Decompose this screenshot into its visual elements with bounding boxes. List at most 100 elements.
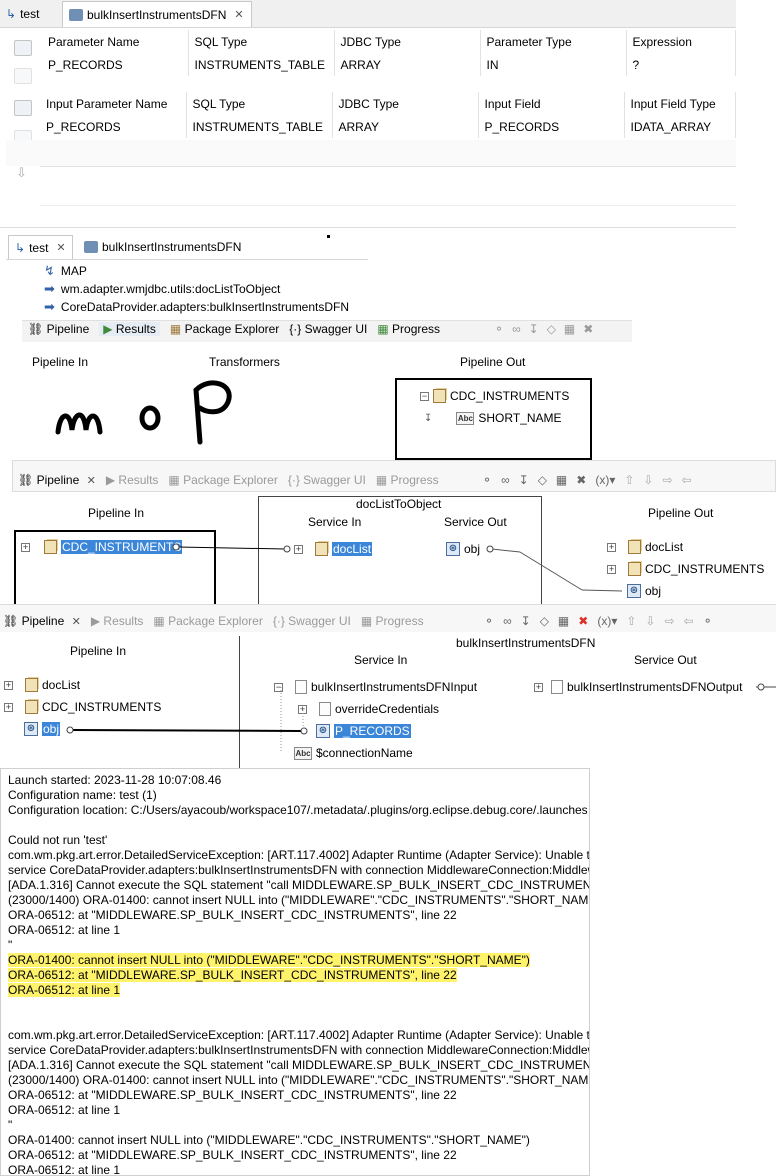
view-tab-swagger[interactable]: {·} Swagger UI (289, 322, 367, 336)
editor-tab-bulkinsert[interactable]: bulkInsertInstrumentsDFN ✕ (62, 1, 252, 27)
column-header[interactable]: JDBC Type (334, 30, 481, 54)
variable-dropdown-icon[interactable]: (x)▾ (597, 614, 617, 628)
console-output[interactable]: Launch started: 2023-11-28 10:07:08.46 Co… (0, 768, 590, 1176)
move-down-icon[interactable]: ⇩ (16, 165, 27, 181)
table-header-row: Input Parameter Name SQL Type JDBC Type … (40, 92, 736, 116)
table-cell[interactable]: INSTRUMENTS_TABLE (186, 116, 333, 138)
tab-label: Package Explorer (168, 614, 263, 628)
add-row-icon[interactable] (14, 40, 32, 56)
move-up-icon[interactable]: ⇧ (626, 614, 636, 628)
view-tab-pipeline[interactable]: ⛓ Pipeline ✕ (3, 614, 81, 628)
grid-icon[interactable]: ▦ (564, 322, 575, 336)
console-line: (23000/1400) ORA-01400: cannot insert NU… (8, 893, 589, 908)
flow-tab-test[interactable]: ↳ test ✕ (8, 235, 73, 259)
infinity-icon[interactable]: ∞ (512, 322, 521, 336)
console-line-text: ORA-06512: at line 1 (8, 983, 121, 997)
link-icon[interactable]: ⚬ (482, 473, 492, 487)
column-header[interactable]: SQL Type (188, 30, 335, 54)
transform-icon[interactable]: ◇ (547, 322, 556, 336)
view-tab-results[interactable]: ▶ Results (91, 614, 144, 628)
column-header[interactable]: Input Field (478, 92, 625, 116)
flow-step-invoke[interactable]: ➡ CoreDataProvider.adapters:bulkInsertIn… (44, 299, 349, 315)
table-cell[interactable]: INSTRUMENTS_TABLE (188, 54, 335, 76)
column-header[interactable]: Expression (626, 30, 736, 54)
table-cell[interactable]: P_RECORDS (478, 116, 625, 138)
column-header[interactable]: Input Parameter Name (40, 92, 187, 116)
view-tab-results[interactable]: ▶ Results (106, 473, 159, 487)
drop-icon[interactable]: ↧ (529, 322, 539, 336)
column-header[interactable]: JDBC Type (332, 92, 479, 116)
outdent-icon[interactable]: ⇦ (682, 473, 692, 487)
link-icon[interactable]: ⚬ (494, 322, 504, 336)
delete-icon[interactable]: ✖ (578, 614, 588, 628)
more-icon[interactable]: ⚬ (703, 614, 713, 628)
table-row[interactable]: P_RECORDS INSTRUMENTS_TABLE ARRAY IN ? (42, 54, 736, 76)
close-icon[interactable]: ✖ (583, 322, 593, 336)
close-icon[interactable]: ✖ (576, 473, 586, 487)
view-tab-package-explorer[interactable]: ▦ Package Explorer (168, 473, 277, 487)
transform-icon[interactable]: ◇ (538, 473, 547, 487)
link-icon[interactable]: ⚬ (484, 614, 494, 628)
table-cell[interactable]: P_RECORDS (40, 116, 187, 138)
view-tab-swagger[interactable]: {·} Swagger UI (273, 614, 351, 628)
console-line-text: ORA-01400: cannot insert NULL into ("MID… (8, 1133, 530, 1147)
collapse-icon[interactable]: − (420, 391, 429, 401)
flow-step-map[interactable]: ↯ MAP (44, 263, 87, 279)
drop-icon[interactable]: ↧ (521, 614, 531, 628)
service-in-header: Service In (354, 653, 408, 667)
infinity-icon[interactable]: ∞ (501, 473, 510, 487)
view-tab-progress[interactable]: ▦ Progress (376, 473, 439, 487)
indent-icon[interactable]: ⇨ (662, 473, 672, 487)
flow-step-invoke[interactable]: ➡ wm.adapter.wmjdbc.utils:docListToObjec… (44, 281, 280, 297)
move-down-icon[interactable]: ⇩ (643, 473, 653, 487)
view-tab-progress[interactable]: ▦ Progress (361, 614, 424, 628)
move-down-icon[interactable]: ⇩ (645, 614, 655, 628)
column-header[interactable]: Parameter Name (42, 30, 189, 54)
console-line: ORA-06512: at "MIDDLEWARE.SP_BULK_INSERT… (8, 968, 589, 983)
column-header[interactable]: Parameter Type (480, 30, 627, 54)
column-header[interactable]: Input Field Type (624, 92, 736, 116)
table-cell[interactable]: P_RECORDS (42, 54, 189, 76)
console-line: Could not run 'test' (8, 833, 589, 848)
console-line-text: ORA-06512: at line 1 (8, 1163, 121, 1176)
pipeline-out-node[interactable]: ↧ Abc SHORT_NAME (424, 411, 562, 425)
table-icon[interactable] (14, 68, 32, 84)
view-tab-progress[interactable]: ▦ Progress (377, 322, 440, 336)
table-cell[interactable]: ? (626, 54, 736, 76)
table-cell[interactable]: ARRAY (334, 54, 481, 76)
close-icon[interactable]: ✕ (87, 475, 96, 487)
close-icon[interactable]: ✕ (56, 241, 65, 254)
invoke-icon: ➡ (44, 281, 55, 296)
grid-icon[interactable]: ▦ (558, 614, 569, 628)
results-icon: ▶ (103, 322, 113, 336)
transform-icon[interactable]: ◇ (540, 614, 549, 628)
pipeline-out-node[interactable]: − CDC_INSTRUMENTS (420, 389, 569, 403)
drop-icon[interactable]: ↧ (519, 473, 529, 487)
add-row-icon[interactable] (14, 100, 32, 116)
view-tab-results[interactable]: ▶ Results (99, 322, 160, 336)
view-tab-package-explorer[interactable]: ▦ Package Explorer (153, 614, 262, 628)
outdent-icon[interactable]: ⇦ (684, 614, 694, 628)
console-line: " (8, 1118, 589, 1133)
tab-bar-dot (327, 235, 330, 238)
flow-tab-bulkinsert[interactable]: bulkInsertInstrumentsDFN (78, 235, 247, 259)
variable-dropdown-icon[interactable]: (x)▾ (595, 473, 615, 487)
table-cell[interactable]: IDATA_ARRAY (624, 116, 736, 138)
view-tab-pipeline[interactable]: ⛓ Pipeline ✕ (18, 473, 96, 487)
editor-tab-test[interactable]: ↳ test (0, 1, 45, 27)
view-tab-swagger[interactable]: {·} Swagger UI (288, 473, 366, 487)
table-cell[interactable]: ARRAY (332, 116, 479, 138)
table-cell[interactable]: IN (480, 54, 627, 76)
infinity-icon[interactable]: ∞ (503, 614, 512, 628)
close-icon[interactable]: ✕ (234, 8, 243, 21)
column-header[interactable]: SQL Type (186, 92, 333, 116)
console-line-text: com.wm.pkg.art.error.DetailedServiceExce… (8, 848, 590, 862)
close-icon[interactable]: ✕ (72, 616, 81, 628)
indent-icon[interactable]: ⇨ (664, 614, 674, 628)
table-row[interactable]: P_RECORDS INSTRUMENTS_TABLE ARRAY P_RECO… (40, 116, 736, 138)
view-tab-package-explorer[interactable]: ▦ Package Explorer (170, 322, 279, 336)
view-tab-pipeline[interactable]: ⛓ Pipeline (28, 322, 89, 336)
grid-icon[interactable]: ▦ (556, 473, 567, 487)
move-up-icon[interactable]: ⇧ (624, 473, 634, 487)
